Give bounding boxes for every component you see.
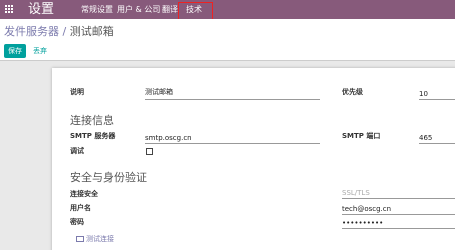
password-underline [342,228,455,229]
smtp-server-field[interactable]: smtp.oscg.cn [145,133,192,143]
monitor-icon [76,236,84,242]
test-connection-label: 测试连接 [86,235,114,243]
smtp-port-label: SMTP 端口 [342,132,381,140]
username-field[interactable]: tech@oscg.cn [342,204,391,214]
top-navbar: 设置 常规设置 用户 & 公司 翻译 技术 [0,0,455,19]
debug-label: 调试 [70,147,84,155]
password-label: 密码 [70,218,84,226]
connection-security-label: 连接安全 [70,190,98,198]
control-panel: 发件服务器 / 测试邮箱 保存 丢弃 [0,19,455,61]
breadcrumb-current: 测试邮箱 [69,25,114,38]
discard-button[interactable]: 丢弃 [33,44,47,58]
description-field[interactable]: 测试邮箱 [145,87,173,97]
breadcrumb-separator: / [59,25,70,38]
app-title: 设置 [28,2,55,17]
connection-security-field[interactable]: SSL/TLS [342,188,370,198]
apps-icon[interactable] [5,5,14,14]
connection-section-title: 连接信息 [70,114,114,127]
save-button[interactable]: 保存 [4,44,26,58]
menu-general-settings[interactable]: 常规设置 [81,0,113,19]
priority-label: 优先级 [342,88,363,96]
username-label: 用户名 [70,204,91,212]
username-underline [342,214,455,215]
breadcrumb: 发件服务器 / 测试邮箱 [4,25,114,39]
priority-field[interactable]: 10 [419,89,428,99]
connection-security-underline [342,198,455,199]
debug-checkbox[interactable] [146,148,153,155]
password-field[interactable]: •••••••••• [342,218,383,228]
smtp-port-field[interactable]: 465 [419,133,432,143]
security-section-title: 安全与身份验证 [70,171,147,184]
smtp-server-underline [145,143,320,144]
smtp-server-label: SMTP 服务器 [70,132,116,140]
test-connection-button[interactable]: 测试连接 [76,234,114,244]
form-sheet: 说明 测试邮箱 优先级 10 连接信息 SMTP 服务器 smtp.oscg.c… [52,68,455,250]
description-label: 说明 [70,88,84,96]
menu-translations[interactable]: 翻译 [162,0,178,19]
breadcrumb-parent[interactable]: 发件服务器 [4,25,59,38]
smtp-port-underline [419,143,455,144]
description-underline [145,99,320,100]
priority-underline [419,99,455,100]
menu-users-companies[interactable]: 用户 & 公司 [117,0,160,19]
